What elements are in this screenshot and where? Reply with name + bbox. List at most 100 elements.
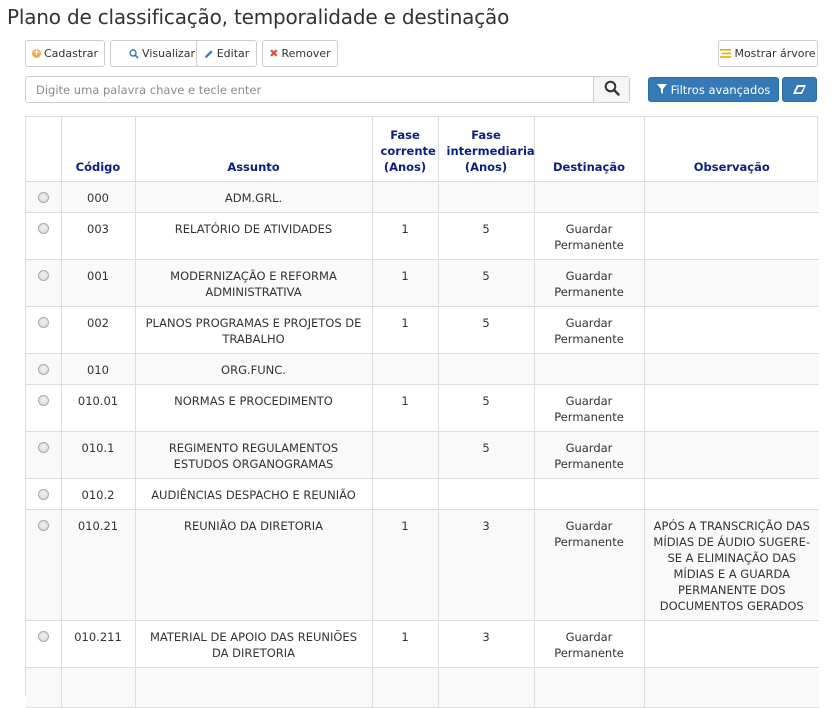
eraser-icon <box>793 83 806 97</box>
filtros-avancados-button[interactable]: Filtros avançados <box>648 77 779 102</box>
clear-filters-button[interactable] <box>782 77 817 102</box>
observacao-cell <box>643 258 819 307</box>
observacao-cell <box>643 619 819 668</box>
row-radio[interactable] <box>37 269 49 281</box>
codigo-cell: 010 <box>60 352 136 385</box>
row-select-cell <box>26 508 62 621</box>
assunto-cell: MATERIAL DE APOIO DAS REUNIÕES DA DIRETO… <box>134 619 373 668</box>
assunto-cell: REGIMENTO REGULAMENTOS ESTUDOS ORGANOGRA… <box>134 430 373 479</box>
search-input[interactable] <box>26 77 594 102</box>
fase-corrente-cell: 1 <box>371 508 439 621</box>
row-select-cell <box>26 305 62 354</box>
fase-intermediaria-cell: 3 <box>437 619 535 668</box>
select-column-header <box>26 117 62 182</box>
fase-corrente-cell: 1 <box>371 383 439 432</box>
assunto-header[interactable]: Assunto <box>134 117 373 182</box>
table-row[interactable]: 010.21 REUNIÃO DA DIRETORIA 1 3 Guardar … <box>26 508 819 621</box>
row-select-cell <box>26 211 62 260</box>
fase-intermediaria-cell <box>437 477 535 510</box>
destinacao-cell: Guardar Permanente <box>533 508 645 621</box>
editar-label: Editar <box>216 47 250 60</box>
codigo-cell: 010.01 <box>60 383 136 432</box>
row-radio[interactable] <box>37 519 49 531</box>
table-row[interactable]: 010.211 MATERIAL DE APOIO DAS REUNIÕES D… <box>26 619 819 668</box>
table-row[interactable]: 010.01 NORMAS E PROCEDIMENTO 1 5 Guardar… <box>26 383 819 432</box>
row-radio[interactable] <box>37 630 49 642</box>
cadastrar-label: Cadastrar <box>44 47 98 60</box>
filtros-avancados-label: Filtros avançados <box>670 82 771 97</box>
observacao-cell <box>643 181 819 213</box>
fase-corrente-cell: 1 <box>371 211 439 260</box>
assunto-cell: REUNIÃO DA DIRETORIA <box>134 508 373 621</box>
destinacao-cell: Guardar Permanente <box>533 305 645 354</box>
tree-list-icon <box>720 49 732 58</box>
remover-button[interactable]: ✖ Remover <box>262 40 338 67</box>
page-title: Plano de classificação, temporalidade e … <box>7 5 510 29</box>
row-radio[interactable] <box>37 394 49 406</box>
assunto-cell: RELATÓRIO DE ATIVIDADES <box>134 211 373 260</box>
row-radio[interactable] <box>37 316 49 328</box>
fase-intermediaria-header[interactable]: Fase intermediaria (Anos) <box>437 117 535 182</box>
fase-corrente-cell <box>371 181 439 213</box>
search-icon <box>129 48 139 59</box>
destinacao-cell <box>533 352 645 385</box>
observacao-cell: APÓS A TRANSCRIÇÃO DAS MÍDIAS DE ÁUDIO S… <box>643 508 819 621</box>
row-radio[interactable] <box>37 222 49 234</box>
observacao-cell <box>643 430 819 479</box>
classification-table: Código Assunto Fase corrente (Anos) Fase… <box>25 116 819 708</box>
codigo-cell: 000 <box>60 181 136 213</box>
destinacao-cell: Guardar Permanente <box>533 211 645 260</box>
row-radio[interactable] <box>37 441 49 453</box>
observacao-header[interactable]: Observação <box>643 117 819 182</box>
fase-intermediaria-cell <box>437 181 535 213</box>
table-row[interactable]: 000 ADM.GRL. <box>26 181 819 213</box>
visualizar-label: Visualizar <box>142 47 195 60</box>
search-button[interactable] <box>593 77 629 102</box>
editar-button[interactable]: Editar <box>196 40 257 67</box>
fase-intermediaria-cell: 3 <box>437 508 535 621</box>
row-select-cell <box>26 181 62 213</box>
row-radio[interactable] <box>37 191 49 203</box>
assunto-cell: NORMAS E PROCEDIMENTO <box>134 383 373 432</box>
table-row[interactable]: 003 RELATÓRIO DE ATIVIDADES 1 5 Guardar … <box>26 211 819 260</box>
assunto-cell: ADM.GRL. <box>134 181 373 213</box>
table-row[interactable]: 010 ORG.FUNC. <box>26 352 819 385</box>
row-select-cell <box>26 352 62 385</box>
fase-corrente-cell <box>371 430 439 479</box>
table-row[interactable]: 010.2 AUDIÊNCIAS DESPACHO E REUNIÃO <box>26 477 819 510</box>
fase-corrente-cell <box>371 352 439 385</box>
codigo-cell: 010.2 <box>60 477 136 510</box>
destinacao-cell: Guardar Permanente <box>533 258 645 307</box>
table-row[interactable]: 010.1 REGIMENTO REGULAMENTOS ESTUDOS ORG… <box>26 430 819 479</box>
search-box <box>25 76 630 103</box>
table-row[interactable]: 001 MODERNIZAÇÃO E REFORMA ADMINISTRATIV… <box>26 258 819 307</box>
row-radio[interactable] <box>37 363 49 375</box>
fase-corrente-header[interactable]: Fase corrente (Anos) <box>371 117 439 182</box>
row-select-cell <box>26 619 62 668</box>
mostrar-arvore-label: Mostrar árvore <box>734 47 816 60</box>
fase-corrente-cell: 1 <box>371 305 439 354</box>
codigo-cell: 003 <box>60 211 136 260</box>
fase-intermediaria-cell: 5 <box>437 258 535 307</box>
fase-intermediaria-cell: 5 <box>437 211 535 260</box>
destinacao-cell: Guardar Permanente <box>533 430 645 479</box>
observacao-cell <box>643 352 819 385</box>
codigo-cell: 002 <box>60 305 136 354</box>
fase-intermediaria-cell: 5 <box>437 383 535 432</box>
remove-x-icon: ✖ <box>269 47 279 60</box>
destinacao-header[interactable]: Destinação <box>533 117 645 182</box>
mostrar-arvore-button[interactable]: Mostrar árvore <box>718 40 818 67</box>
fase-corrente-cell: 1 <box>371 619 439 668</box>
filter-icon <box>656 83 667 97</box>
assunto-cell: AUDIÊNCIAS DESPACHO E REUNIÃO <box>134 477 373 510</box>
destinacao-cell <box>533 477 645 510</box>
table-row[interactable]: 002 PLANOS PROGRAMAS E PROJETOS DE TRABA… <box>26 305 819 354</box>
codigo-header[interactable]: Código <box>60 117 136 182</box>
cadastrar-button[interactable]: + Cadastrar <box>25 40 105 67</box>
search-icon <box>604 80 620 100</box>
row-radio[interactable] <box>37 488 49 500</box>
fase-intermediaria-cell: 5 <box>437 305 535 354</box>
codigo-cell: 010.211 <box>60 619 136 668</box>
fase-corrente-cell: 1 <box>371 258 439 307</box>
assunto-cell: MODERNIZAÇÃO E REFORMA ADMINISTRATIVA <box>134 258 373 307</box>
